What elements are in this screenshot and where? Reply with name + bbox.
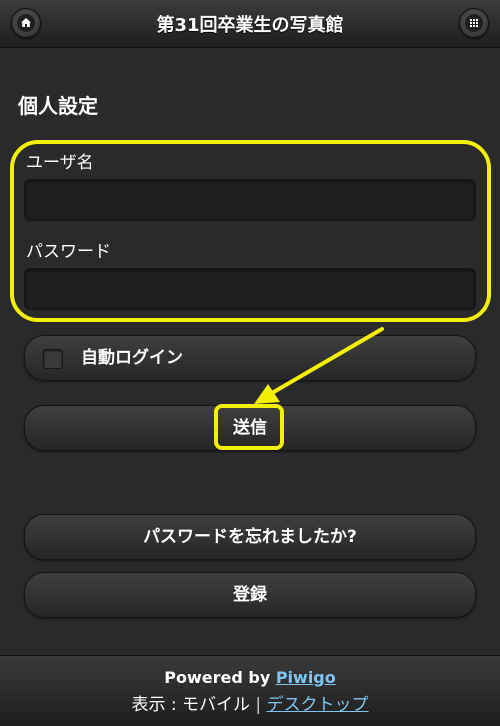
home-button[interactable] — [11, 8, 41, 38]
powered-by-line: Powered by Piwigo — [0, 668, 500, 687]
header-bar: 第31回卒業生の写真館 — [0, 0, 500, 48]
desktop-view-link[interactable]: デスクトップ — [267, 695, 369, 715]
password-input[interactable] — [24, 268, 476, 310]
page: 第31回卒業生の写真館 個人設定 ユーザ名 パスワード 自動ログイン 送信 パス… — [0, 0, 500, 726]
powered-by-text: Powered by — [164, 668, 271, 687]
submit-button[interactable]: 送信 — [24, 405, 476, 451]
forgot-password-button[interactable]: パスワードを忘れましたか? — [24, 514, 476, 560]
home-icon — [21, 18, 31, 27]
grid-menu-icon — [470, 19, 478, 27]
grid-menu-button[interactable] — [459, 8, 489, 38]
footer: Powered by Piwigo 表示 : モバイル | デスクトップ — [0, 655, 500, 726]
piwigo-link[interactable]: Piwigo — [276, 668, 336, 687]
view-mode-line: 表示 : モバイル | デスクトップ — [0, 690, 500, 715]
view-mode-label: 表示 : モバイル — [131, 695, 250, 715]
password-label: パスワード — [26, 242, 111, 262]
auto-login-label: 自動ログイン — [81, 348, 183, 368]
username-input[interactable] — [24, 179, 476, 221]
register-button[interactable]: 登録 — [24, 572, 476, 618]
section-title: 個人設定 — [18, 94, 98, 118]
auto-login-toggle[interactable]: 自動ログイン — [24, 335, 476, 381]
auto-login-checkbox[interactable] — [43, 349, 63, 369]
username-label: ユーザ名 — [26, 153, 94, 173]
page-title: 第31回卒業生の写真館 — [156, 15, 344, 36]
view-mode-separator: | — [255, 695, 262, 715]
